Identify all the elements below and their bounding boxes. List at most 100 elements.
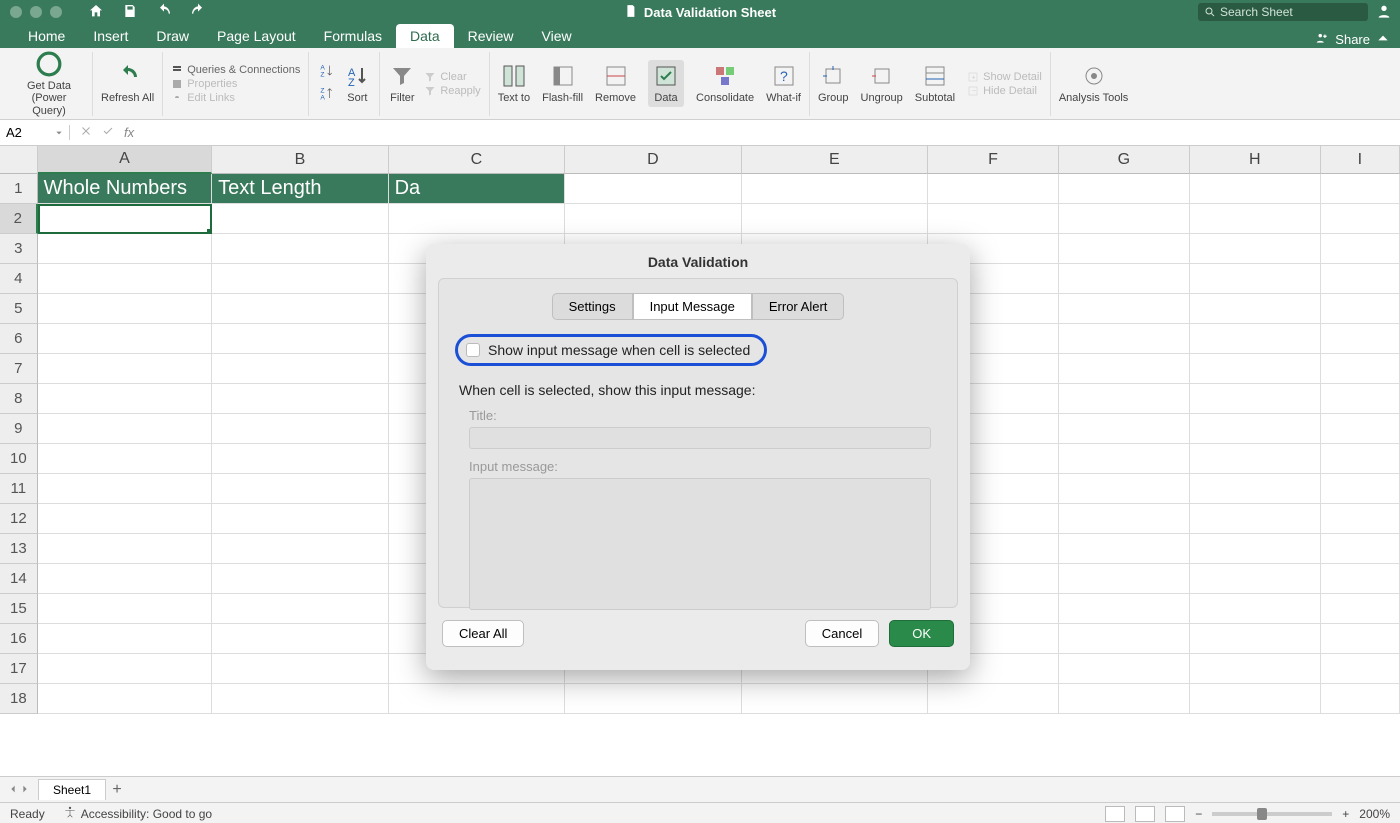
redo-icon[interactable] [190, 3, 206, 22]
cell[interactable] [38, 294, 212, 324]
refresh-all-button[interactable]: Refresh All [101, 62, 154, 104]
cell[interactable] [1059, 234, 1190, 264]
cell[interactable] [38, 474, 212, 504]
cell[interactable] [1321, 624, 1400, 654]
cell[interactable] [212, 384, 388, 414]
undo-icon[interactable] [156, 3, 172, 22]
cell[interactable] [38, 264, 212, 294]
row-header[interactable]: 12 [0, 504, 38, 534]
cell[interactable] [1059, 504, 1190, 534]
row-header[interactable]: 11 [0, 474, 38, 504]
row-header[interactable]: 15 [0, 594, 38, 624]
cell[interactable] [38, 384, 212, 414]
search-input[interactable]: Search Sheet [1198, 3, 1368, 21]
ok-button[interactable]: OK [889, 620, 954, 647]
row-header[interactable]: 14 [0, 564, 38, 594]
cell[interactable] [1190, 204, 1321, 234]
cell[interactable] [38, 684, 212, 714]
tab-review[interactable]: Review [454, 24, 528, 48]
cell[interactable] [1059, 654, 1190, 684]
cell[interactable]: Text Length [212, 174, 388, 204]
queries-connections-button[interactable]: Queries & Connections [171, 63, 300, 77]
cell[interactable] [1059, 264, 1190, 294]
tab-formulas[interactable]: Formulas [310, 24, 396, 48]
name-box[interactable]: A2 [0, 125, 70, 140]
show-detail-button[interactable]: +Show Detail [967, 70, 1042, 84]
cell[interactable] [212, 594, 388, 624]
sort-button[interactable]: AZ Sort [343, 62, 371, 104]
normal-view-button[interactable] [1105, 806, 1125, 822]
col-header-a[interactable]: A [38, 146, 213, 174]
cell[interactable] [1059, 294, 1190, 324]
cell[interactable] [1059, 384, 1190, 414]
home-icon[interactable] [88, 3, 104, 22]
clear-filter-button[interactable]: Clear [424, 70, 466, 84]
cell[interactable] [38, 234, 212, 264]
cell[interactable] [38, 654, 212, 684]
cell[interactable] [928, 684, 1059, 714]
cell[interactable] [1321, 174, 1400, 204]
sheet-nav-next-icon[interactable] [20, 783, 30, 797]
cell[interactable] [212, 654, 388, 684]
cell[interactable] [1190, 654, 1321, 684]
zoom-in-button[interactable]: + [1342, 807, 1349, 821]
cell[interactable] [212, 414, 388, 444]
cell[interactable] [1321, 384, 1400, 414]
cell[interactable] [212, 234, 388, 264]
cell[interactable] [212, 324, 388, 354]
accessibility-status[interactable]: Accessibility: Good to go [81, 807, 212, 821]
cell[interactable] [1059, 204, 1190, 234]
cell[interactable] [1190, 684, 1321, 714]
cell[interactable] [1190, 624, 1321, 654]
cell[interactable] [1321, 594, 1400, 624]
cell[interactable] [38, 414, 212, 444]
data-validation-button[interactable]: Data [648, 60, 684, 106]
cell[interactable] [38, 594, 212, 624]
cell[interactable] [1321, 204, 1400, 234]
page-layout-view-button[interactable] [1135, 806, 1155, 822]
row-header[interactable]: 17 [0, 654, 38, 684]
properties-button[interactable]: Properties [171, 77, 237, 91]
cell[interactable] [1190, 174, 1321, 204]
text-to-columns-button[interactable]: Text to [498, 62, 530, 104]
dialog-tab-settings[interactable]: Settings [552, 293, 633, 320]
cell[interactable] [1190, 294, 1321, 324]
hide-detail-button[interactable]: −Hide Detail [967, 84, 1042, 98]
cell[interactable] [1321, 534, 1400, 564]
fx-label[interactable]: fx [124, 125, 134, 140]
cancel-formula-icon[interactable] [80, 125, 92, 140]
cell[interactable] [212, 264, 388, 294]
cell[interactable] [212, 204, 388, 234]
dialog-tab-input-message[interactable]: Input Message [633, 293, 752, 320]
collapse-ribbon-icon[interactable] [1376, 31, 1390, 48]
show-input-message-checkbox[interactable] [466, 343, 480, 357]
add-sheet-button[interactable]: + [106, 781, 128, 799]
cell[interactable] [38, 444, 212, 474]
clear-all-button[interactable]: Clear All [442, 620, 524, 647]
row-header[interactable]: 8 [0, 384, 38, 414]
tab-home[interactable]: Home [14, 24, 79, 48]
get-data-button[interactable]: Get Data (Power Query) [14, 50, 84, 116]
cell[interactable] [1190, 504, 1321, 534]
ungroup-button[interactable]: Ungroup [861, 62, 903, 104]
tab-draw[interactable]: Draw [142, 24, 203, 48]
cell[interactable] [1321, 504, 1400, 534]
cell[interactable] [38, 534, 212, 564]
zoom-out-button[interactable]: − [1195, 807, 1202, 821]
cell[interactable] [1321, 654, 1400, 684]
col-header-e[interactable]: E [742, 146, 928, 174]
col-header-d[interactable]: D [565, 146, 741, 174]
tab-data[interactable]: Data [396, 24, 454, 48]
cell[interactable] [1190, 594, 1321, 624]
cell[interactable] [212, 684, 388, 714]
filter-button[interactable]: Filter [388, 62, 416, 104]
edit-links-button[interactable]: Edit Links [171, 91, 235, 105]
consolidate-button[interactable]: Consolidate [696, 62, 754, 104]
cell[interactable] [1321, 414, 1400, 444]
row-header[interactable]: 6 [0, 324, 38, 354]
cell[interactable] [1321, 294, 1400, 324]
cell[interactable] [1059, 534, 1190, 564]
cell[interactable] [389, 684, 565, 714]
cell[interactable] [565, 174, 741, 204]
cell[interactable] [1321, 354, 1400, 384]
